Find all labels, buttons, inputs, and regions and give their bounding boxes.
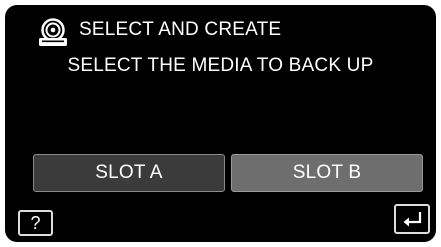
disc-create-icon [36,18,70,48]
screen-title: SELECT AND CREATE [79,19,282,40]
instruction-text: SELECT THE MEDIA TO BACK UP [67,55,374,76]
back-button[interactable] [394,204,430,234]
slot-a-button[interactable]: SLOT A [33,154,225,192]
slot-b-button[interactable]: SLOT B [231,154,423,192]
camera-menu-screen: SELECT AND CREATE SELECT THE MEDIA TO BA… [5,5,436,242]
return-arrow-icon [403,212,422,227]
help-button[interactable]: ? [18,210,53,236]
